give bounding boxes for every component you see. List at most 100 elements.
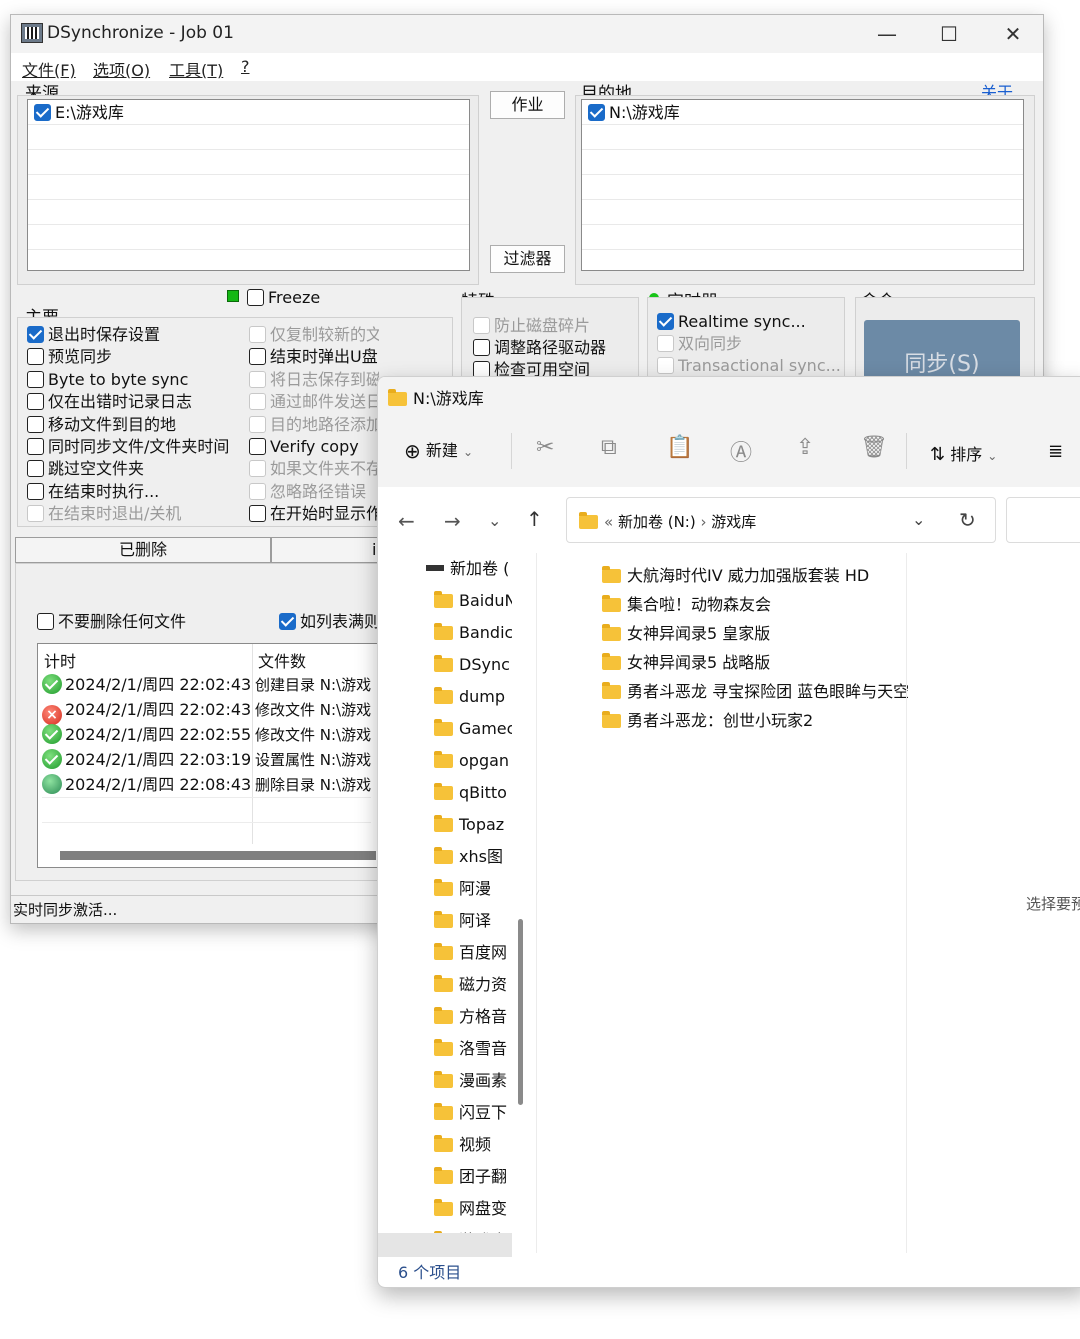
log-row[interactable]: 2024/2/1/周四 22:08:43 删除目录 N:\游戏 bbox=[42, 772, 371, 797]
nav-item[interactable]: 视频 bbox=[434, 1129, 512, 1161]
log-scrollbar[interactable] bbox=[60, 851, 376, 860]
main-option2-5[interactable]: Verify copy bbox=[249, 436, 379, 458]
nav-item[interactable]: 百度网 bbox=[434, 937, 512, 969]
main-option-3[interactable]: 仅在出错时记录日志 bbox=[27, 391, 229, 413]
main-option-7-checkbox[interactable] bbox=[27, 482, 44, 500]
main-option-4-checkbox[interactable] bbox=[27, 415, 44, 433]
nav-item[interactable]: Topaz bbox=[434, 809, 512, 841]
job-button[interactable]: 作业 bbox=[490, 91, 565, 119]
recent-chevron-icon[interactable]: ⌄ bbox=[488, 511, 501, 530]
log-row[interactable]: 2024/2/1/周四 22:02:43 创建目录 N:\游戏 bbox=[42, 672, 371, 697]
nav-item[interactable]: 网盘变 bbox=[434, 1193, 512, 1225]
nav-item[interactable]: 团子翻 bbox=[434, 1161, 512, 1193]
nav-item[interactable]: Bandic bbox=[434, 617, 512, 649]
main-option-4[interactable]: 移动文件到目的地 bbox=[27, 414, 229, 436]
nav-item[interactable]: 方格音 bbox=[434, 1001, 512, 1033]
log-row[interactable]: 2024/2/1/周四 22:03:19 设置属性 N:\游戏 bbox=[42, 747, 371, 772]
rename-icon[interactable]: Ⓐ bbox=[730, 435, 752, 467]
nav-item[interactable]: qBitto bbox=[434, 777, 512, 809]
address-bar[interactable]: « 新加卷 (N:) › 游戏库 ⌄ ↻ bbox=[566, 497, 996, 543]
nav-item[interactable]: 阿漫 bbox=[434, 873, 512, 905]
paste-icon[interactable]: 📋 bbox=[666, 435, 693, 460]
source-checkbox[interactable] bbox=[34, 104, 51, 121]
dest-checkbox[interactable] bbox=[588, 104, 605, 121]
file-item[interactable]: 大航海时代IV 威力加强版套装 HD bbox=[602, 561, 909, 590]
file-item[interactable]: 女神异闻录5 战略版 bbox=[602, 648, 909, 677]
special-option-1-checkbox[interactable] bbox=[473, 339, 490, 356]
main-option-6[interactable]: 跳过空文件夹 bbox=[27, 458, 229, 480]
log-row[interactable]: 2024/2/1/周四 22:02:55 修改文件 N:\游戏 bbox=[42, 722, 371, 747]
menu-options[interactable]: 选项(O) bbox=[93, 57, 150, 81]
sync-button[interactable]: 同步(S) bbox=[864, 320, 1020, 380]
dest-row[interactable]: N:\游戏库 bbox=[582, 100, 1023, 125]
timer-option-0-checkbox[interactable] bbox=[657, 313, 674, 330]
main-option-7[interactable]: 在结束时执行... bbox=[27, 481, 229, 503]
menu-file[interactable]: 文件(F) bbox=[22, 57, 76, 81]
menu-help[interactable]: ? bbox=[241, 57, 250, 76]
share-icon[interactable]: ⇪ bbox=[796, 435, 814, 460]
log-header-files[interactable]: 文件数 bbox=[258, 648, 306, 672]
up-icon[interactable]: ↑ bbox=[526, 507, 543, 531]
nav-item[interactable]: DSync bbox=[434, 649, 512, 681]
source-row[interactable]: E:\游戏库 bbox=[28, 100, 469, 125]
main-option-0[interactable]: 退出时保存设置 bbox=[27, 324, 229, 346]
tab-deleted[interactable]: 已删除 bbox=[15, 537, 271, 563]
main-option-6-checkbox[interactable] bbox=[27, 460, 44, 478]
nav-item[interactable]: 洛雪音 bbox=[434, 1033, 512, 1065]
cut-icon[interactable]: ✂ bbox=[536, 435, 554, 460]
main-option-0-checkbox[interactable] bbox=[27, 326, 44, 343]
close-icon[interactable]: ✕ bbox=[999, 21, 1027, 47]
breadcrumb-folder[interactable]: 游戏库 bbox=[711, 513, 756, 531]
no-delete-checkbox[interactable] bbox=[37, 613, 54, 630]
log-row[interactable]: × 2024/2/1/周四 22:02:43 修改文件 N:\游戏 bbox=[42, 697, 371, 725]
source-list[interactable]: E:\游戏库 bbox=[27, 99, 470, 271]
nav-item[interactable]: Gamec bbox=[434, 713, 512, 745]
dest-list[interactable]: N:\游戏库 bbox=[581, 99, 1024, 271]
address-dropdown-icon[interactable]: ⌄ bbox=[912, 510, 925, 529]
new-button[interactable]: ⊕ 新建 ⌄ bbox=[404, 437, 473, 463]
nav-item[interactable]: 漫画素 bbox=[434, 1065, 512, 1097]
main-option-1[interactable]: 预览同步 bbox=[27, 346, 229, 368]
view-icon[interactable]: ≣ bbox=[1048, 441, 1063, 462]
nav-item[interactable]: dump bbox=[434, 681, 512, 713]
breadcrumb-drive[interactable]: 新加卷 (N:) bbox=[618, 513, 696, 531]
menu-tools[interactable]: 工具(T) bbox=[169, 57, 223, 81]
nav-item[interactable]: 磁力资 bbox=[434, 969, 512, 1001]
minimize-icon[interactable]: — bbox=[873, 21, 901, 47]
if-list-checkbox[interactable] bbox=[279, 613, 296, 630]
if-list-option[interactable]: 如列表满则 bbox=[279, 611, 380, 633]
timer-option-0[interactable]: Realtime sync... bbox=[657, 311, 841, 333]
main-option-3-checkbox[interactable] bbox=[27, 393, 44, 411]
main-option2-8-checkbox[interactable] bbox=[249, 505, 266, 523]
nav-item[interactable]: 阿译 bbox=[434, 905, 512, 937]
no-delete-option[interactable]: 不要删除任何文件 bbox=[37, 611, 186, 633]
freeze-option[interactable]: Freeze bbox=[247, 287, 320, 309]
filter-button[interactable]: 过滤器 bbox=[490, 245, 565, 273]
main-option-2[interactable]: Byte to byte sync bbox=[27, 369, 229, 391]
log-list[interactable]: 计时 文件数 2024/2/1/周四 22:02:43 创建目录 N:\游戏 × 20… bbox=[37, 643, 397, 868]
main-option-2-checkbox[interactable] bbox=[27, 370, 44, 388]
nav-item[interactable]: xhs图 bbox=[434, 841, 512, 873]
main-option-1-checkbox[interactable] bbox=[27, 348, 44, 366]
special-option-1[interactable]: 调整路径驱动器 bbox=[473, 337, 606, 359]
main-option-5[interactable]: 同时同步文件/文件夹时间 bbox=[27, 436, 229, 458]
back-icon[interactable]: ← bbox=[398, 509, 415, 533]
sort-button[interactable]: ⇅ 排序 ⌄ bbox=[930, 441, 997, 465]
copy-icon[interactable]: ⧉ bbox=[601, 435, 617, 460]
log-header-time[interactable]: 计时 bbox=[44, 648, 76, 672]
file-item[interactable]: 集合啦！动物森友会 bbox=[602, 590, 909, 619]
refresh-icon[interactable]: ↻ bbox=[959, 508, 976, 532]
file-item[interactable]: 女神异闻录5 皇家版 bbox=[602, 619, 909, 648]
main-option2-1[interactable]: 结束时弹出U盘 bbox=[249, 346, 379, 368]
file-item[interactable]: 勇者斗恶龙 寻宝探险团 蓝色眼眸与天空 bbox=[602, 677, 909, 706]
main-option2-1-checkbox[interactable] bbox=[249, 348, 266, 366]
main-option2-8[interactable]: 在开始时显示作 bbox=[249, 503, 379, 525]
nav-item[interactable]: opgan bbox=[434, 745, 512, 777]
maximize-icon[interactable]: ☐ bbox=[935, 21, 963, 47]
nav-item[interactable]: BaiduN bbox=[434, 585, 512, 617]
nav-item[interactable]: 闪豆下 bbox=[434, 1097, 512, 1129]
freeze-checkbox[interactable] bbox=[247, 289, 264, 306]
nav-scrollbar[interactable] bbox=[518, 919, 523, 1105]
delete-icon[interactable]: 🗑 bbox=[860, 435, 888, 460]
file-item[interactable]: 勇者斗恶龙：创世小玩家2 bbox=[602, 706, 909, 735]
